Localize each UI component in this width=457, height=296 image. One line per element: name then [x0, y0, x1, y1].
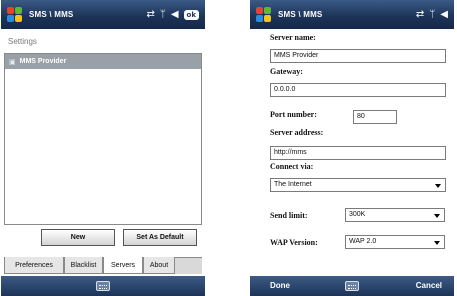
send-limit-label: Send limit:	[270, 211, 308, 220]
windows-start-icon[interactable]	[255, 6, 273, 24]
wap-version-label: WAP Version:	[270, 238, 318, 247]
set-as-default-button[interactable]: Set As Default	[123, 229, 197, 246]
signal-antenna-icon[interactable]: ᛘ	[429, 9, 435, 20]
tab-filler	[175, 257, 202, 274]
tab-about[interactable]: About	[143, 257, 175, 274]
server-name-field[interactable]: MMS Provider	[270, 49, 446, 63]
keyboard-icon[interactable]	[96, 281, 110, 291]
app-title: SMS \ MMS	[278, 10, 323, 19]
server-address-label: Server address:	[270, 128, 324, 137]
tab-servers[interactable]: Servers	[103, 257, 143, 274]
wap-version-dropdown[interactable]: WAP 2.0	[345, 235, 445, 249]
tab-preferences[interactable]: Preferences	[4, 257, 64, 274]
title-bar: SMS \ MMS ⇄ ᛘ ◀	[250, 0, 454, 29]
app-title: SMS \ MMS	[29, 10, 74, 19]
connect-via-dropdown[interactable]: The Internet	[270, 178, 446, 192]
connectivity-icon[interactable]: ⇄	[416, 9, 424, 20]
gateway-label: Gateway:	[270, 67, 303, 76]
server-name-label: Server name:	[270, 33, 316, 42]
cancel-softkey[interactable]: Cancel	[416, 281, 442, 290]
server-icon: ▣	[9, 57, 16, 66]
menu-bar	[1, 276, 205, 296]
server-list[interactable]: ▣ MMS Provider	[4, 53, 202, 225]
tab-blacklist[interactable]: Blacklist	[64, 257, 103, 274]
speaker-icon[interactable]: ◀	[440, 9, 448, 20]
send-limit-value: 300K	[349, 211, 366, 218]
tab-strip: Preferences Blacklist Servers About	[4, 257, 202, 274]
windows-start-icon[interactable]	[6, 6, 24, 24]
chevron-down-icon	[434, 214, 440, 218]
port-number-label: Port number:	[270, 110, 317, 119]
server-address-field[interactable]: http://mms	[270, 146, 446, 160]
chevron-down-icon	[434, 241, 440, 245]
connect-via-label: Connect via:	[270, 162, 314, 171]
connectivity-icon[interactable]: ⇄	[146, 9, 154, 20]
port-number-field[interactable]: 80	[353, 110, 397, 124]
connect-via-value: The Internet	[274, 181, 312, 188]
done-softkey[interactable]: Done	[270, 281, 290, 290]
send-limit-dropdown[interactable]: 300K	[345, 208, 445, 222]
title-bar: SMS \ MMS ⇄ ᛘ ◀ ok	[1, 0, 205, 29]
ok-button[interactable]: ok	[183, 9, 199, 20]
speaker-icon[interactable]: ◀	[171, 9, 179, 20]
keyboard-icon[interactable]	[345, 281, 359, 291]
status-icons: ⇄ ᛘ ◀	[416, 9, 448, 20]
page-title: Settings	[8, 37, 37, 46]
status-icons: ⇄ ᛘ ◀ ok	[146, 9, 199, 20]
server-edit-screen: SMS \ MMS ⇄ ᛘ ◀ Server name: MMS Provide…	[250, 0, 454, 296]
wap-version-value: WAP 2.0	[349, 238, 377, 245]
menu-bar: Done Cancel	[250, 276, 454, 296]
settings-screen: SMS \ MMS ⇄ ᛘ ◀ ok Settings ▣ MMS Provid…	[1, 0, 205, 296]
list-item[interactable]: ▣ MMS Provider	[5, 54, 201, 69]
gateway-field[interactable]: 0.0.0.0	[270, 83, 446, 97]
chevron-down-icon	[435, 184, 441, 188]
list-item-label: MMS Provider	[19, 58, 67, 65]
new-button[interactable]: New	[41, 229, 115, 246]
signal-antenna-icon[interactable]: ᛘ	[160, 9, 166, 20]
